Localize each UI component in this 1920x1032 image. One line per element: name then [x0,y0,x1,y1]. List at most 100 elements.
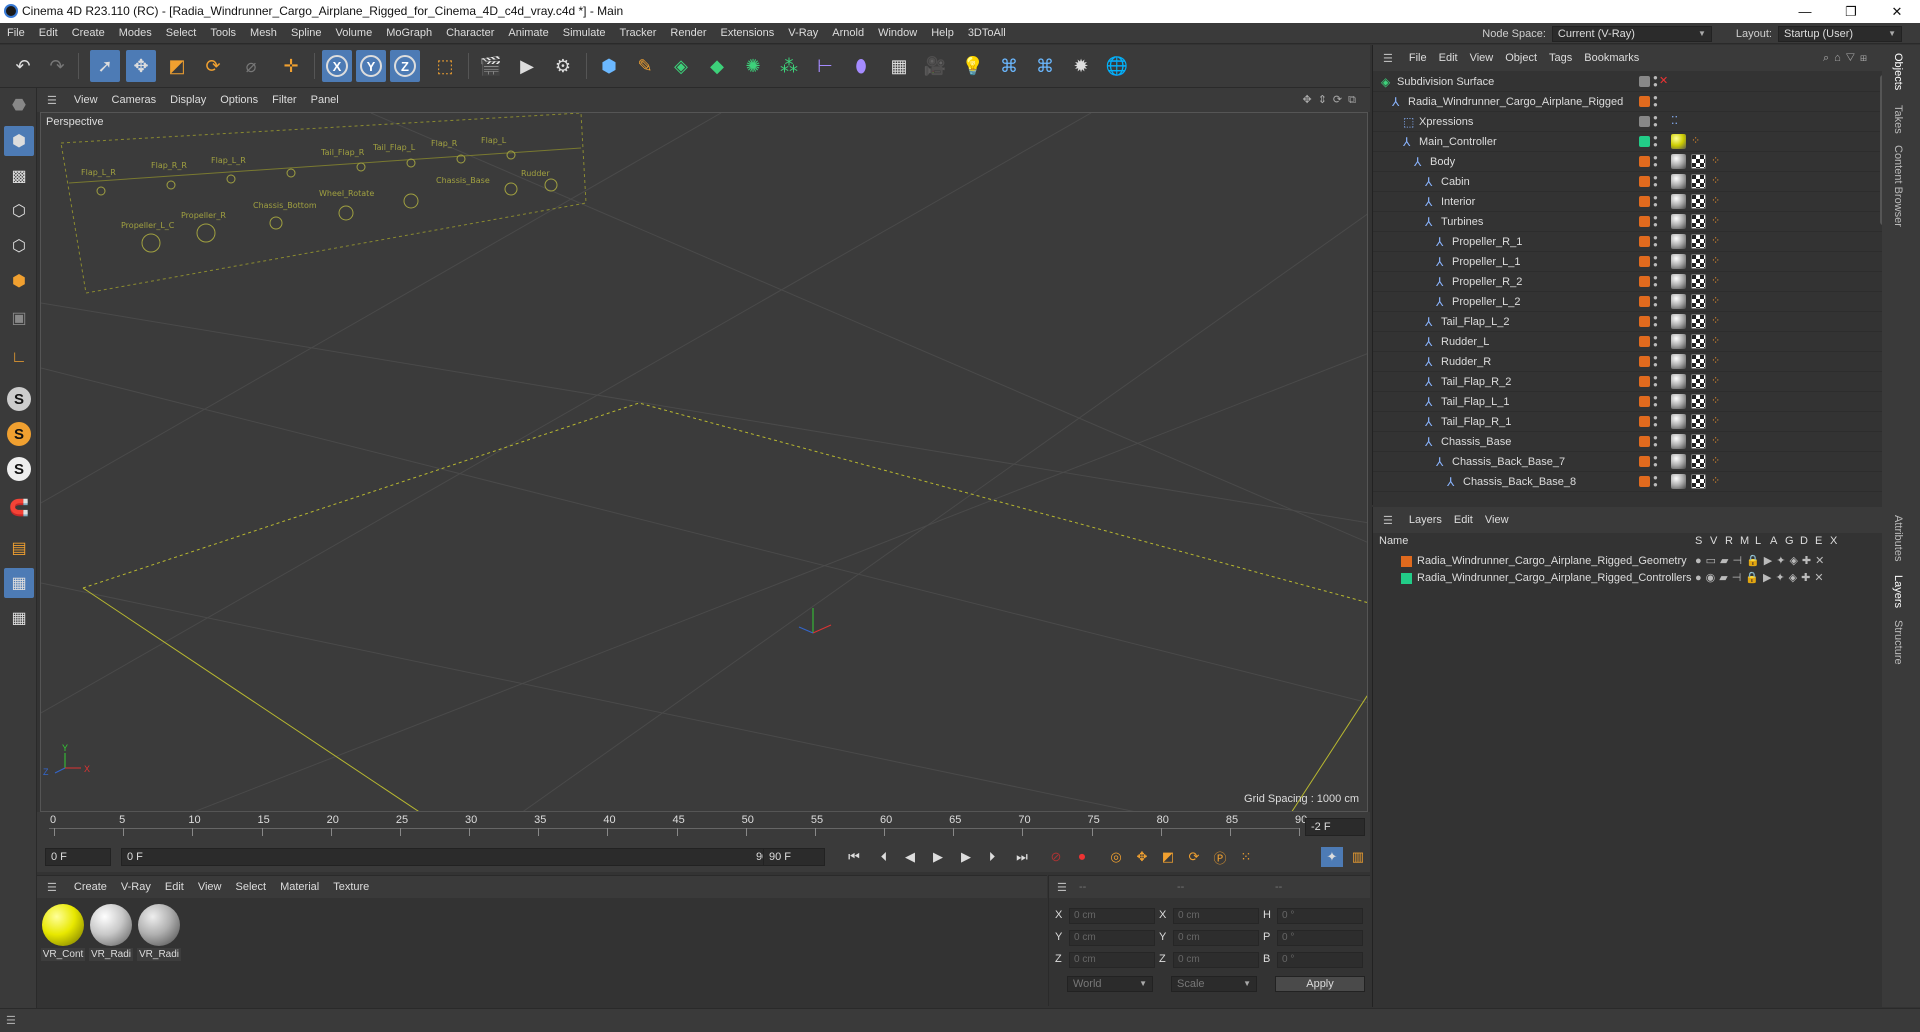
make-editable-icon[interactable]: ⬣ [4,90,34,120]
size-y-field[interactable]: 0 cm [1173,930,1259,946]
visibility-dots-icon[interactable]: ● ● [1653,274,1658,289]
viewport-menu-filter[interactable]: Filter [265,88,303,112]
layer-color-indicator[interactable] [1639,276,1650,287]
object-row[interactable]: ⬚ Xpressions ● ● ⁚⁚ [1373,112,1883,132]
material-menu-vray[interactable]: V-Ray [114,876,158,898]
xpresso-tag-icon[interactable]: ⁘ [1711,174,1720,187]
uvw-tag-icon[interactable] [1691,174,1706,189]
axis-mode-icon[interactable]: ∟ [4,343,34,373]
cloner-icon[interactable]: ✺ [738,50,768,82]
recent-tool-icon[interactable]: ⌀ [236,50,266,82]
edges-mode-icon[interactable]: ⬡ [4,231,34,261]
layer-menu-edit[interactable]: Edit [1448,514,1479,526]
perspective-viewport[interactable]: Flap_L_R Flap_R_R Flap_L_R Tail_Flap_R T… [40,112,1368,812]
visibility-dots-icon[interactable]: ● ● [1653,174,1658,189]
uvw-tag-icon[interactable] [1691,354,1706,369]
xpresso-tag-icon[interactable]: ⁘ [1711,154,1720,167]
field-icon[interactable]: ⬮ [846,50,876,82]
object-row[interactable]: ⅄ Rudder_R ● ● ⁘ [1373,352,1883,372]
visibility-dots-icon[interactable]: ● ● [1653,154,1658,169]
xpresso-tag-icon[interactable]: ⁘ [1711,414,1720,427]
hamburger-icon[interactable]: ☰ [37,881,67,894]
material-tag-icon[interactable] [1671,254,1686,269]
layer-color-indicator[interactable] [1639,376,1650,387]
visibility-dots-icon[interactable]: ● ● [1653,214,1658,229]
key-pla-icon[interactable]: ⁙ [1235,847,1257,867]
object-row[interactable]: ⅄ Chassis_Base ● ● ⁘ [1373,432,1883,452]
next-frame-icon[interactable]: ▶ [955,847,977,867]
object-row[interactable]: ⅄ Rudder_L ● ● ⁘ [1373,332,1883,352]
object-row[interactable]: ⅄ Propeller_L_1 ● ● ⁘ [1373,252,1883,272]
xpresso-tag-icon[interactable]: ⁘ [1711,434,1720,447]
menu-vray[interactable]: V-Ray [781,23,825,44]
menu-render[interactable]: Render [663,23,713,44]
visibility-dots-icon[interactable]: ● ● [1653,254,1658,269]
menu-help[interactable]: Help [924,23,961,44]
visibility-dots-icon[interactable]: ● ● [1653,334,1658,349]
xpresso-tag-icon[interactable]: ⁘ [1711,474,1720,487]
floor-environment-icon[interactable]: ▦ [884,50,914,82]
vray-globe-icon[interactable]: 🌐 [1102,50,1132,82]
object-row[interactable]: ⅄ Body ● ● ⁘ [1373,152,1883,172]
uvw-tag-icon[interactable] [1691,454,1706,469]
menu-3dtoall[interactable]: 3DToAll [961,23,1013,44]
viewport-menu-cameras[interactable]: Cameras [105,88,164,112]
vray-settings-icon[interactable]: ✹ [1066,50,1096,82]
render-picture-viewer-icon[interactable]: ▶ [512,50,542,82]
layer-color-indicator[interactable] [1639,236,1650,247]
size-x-field[interactable]: 0 cm [1173,908,1259,924]
x-axis-lock-icon[interactable]: X [322,50,352,82]
xpresso-tag-icon[interactable]: ⁚⁚ [1671,114,1678,127]
xpresso-tag-icon[interactable]: ⁘ [1711,274,1720,287]
visibility-dots-icon[interactable]: ● ● [1653,414,1658,429]
layer-menu-layers[interactable]: Layers [1403,514,1448,526]
hamburger-icon[interactable]: ☰ [1049,881,1075,894]
motion-system-icon[interactable]: ✦ [1321,847,1343,867]
visibility-dots-icon[interactable]: ● ● [1653,454,1658,469]
xpresso-tag-icon[interactable]: ⁘ [1711,454,1720,467]
object-row[interactable]: ⅄ Turbines ● ● ⁘ [1373,212,1883,232]
material-swatch[interactable]: VR_Radi [89,904,133,961]
layer-color-swatch[interactable] [1401,573,1412,584]
extrude-generator-icon[interactable]: ◆ [702,50,732,82]
locked-workplane-icon[interactable]: ▦ [4,603,34,633]
uvw-tag-icon[interactable] [1691,154,1706,169]
end-frame-field[interactable]: 90 F [763,848,825,866]
material-tag-icon[interactable] [1671,134,1686,149]
redo-icon[interactable]: ↷ [42,50,72,82]
layer-color-indicator[interactable] [1639,296,1650,307]
visibility-dots-icon[interactable]: ● ● [1653,134,1658,149]
layer-color-indicator[interactable] [1639,416,1650,427]
menu-edit[interactable]: Edit [32,23,65,44]
render-view-icon[interactable]: 🎬 [476,50,506,82]
uvw-tag-icon[interactable] [1691,334,1706,349]
keyframe-selection-icon[interactable]: ◎ [1105,847,1127,867]
uv-mode-icon[interactable]: ▣ [4,303,34,333]
tab-objects[interactable]: Objects [1892,53,1904,90]
timeline-window-icon[interactable]: ▥ [1347,847,1369,867]
material-tag-icon[interactable] [1671,474,1686,489]
uvw-tag-icon[interactable] [1691,254,1706,269]
y-axis-lock-icon[interactable]: Y [356,50,386,82]
menu-volume[interactable]: Volume [329,23,380,44]
material-tag-icon[interactable] [1671,434,1686,449]
uvw-tag-icon[interactable] [1691,294,1706,309]
material-tag-icon[interactable] [1671,314,1686,329]
timeline-ruler[interactable]: 0 5 10 15 20 25 30 35 40 45 50 55 60 65 70 75 80 85 90 -2 … [37,812,1370,842]
key-scale-icon[interactable]: ◩ [1157,847,1179,867]
magnet-icon[interactable]: 🧲 [4,493,34,523]
disabled-icon[interactable]: ✕ [1659,74,1668,87]
material-menu-view[interactable]: View [191,876,229,898]
menu-simulate[interactable]: Simulate [556,23,613,44]
visibility-dots-icon[interactable]: ● ● [1653,314,1658,329]
previous-key-icon[interactable]: ⏴ [873,847,895,867]
object-row[interactable]: ⅄ Tail_Flap_L_1 ● ● ⁘ [1373,392,1883,412]
object-menu-file[interactable]: File [1403,52,1433,64]
workplane-icon[interactable]: ▤ [4,533,34,563]
material-tag-icon[interactable] [1671,354,1686,369]
uvw-tag-icon[interactable] [1691,414,1706,429]
xpresso-tag-icon[interactable]: ⁘ [1711,234,1720,247]
xpresso-tag-icon[interactable]: ⁘ [1711,354,1720,367]
layer-toggle-icons[interactable]: ●▭▰⊣🔒▶✦◈✚✕ [1695,554,1828,567]
points-mode-icon[interactable]: ⬡ [4,196,34,226]
